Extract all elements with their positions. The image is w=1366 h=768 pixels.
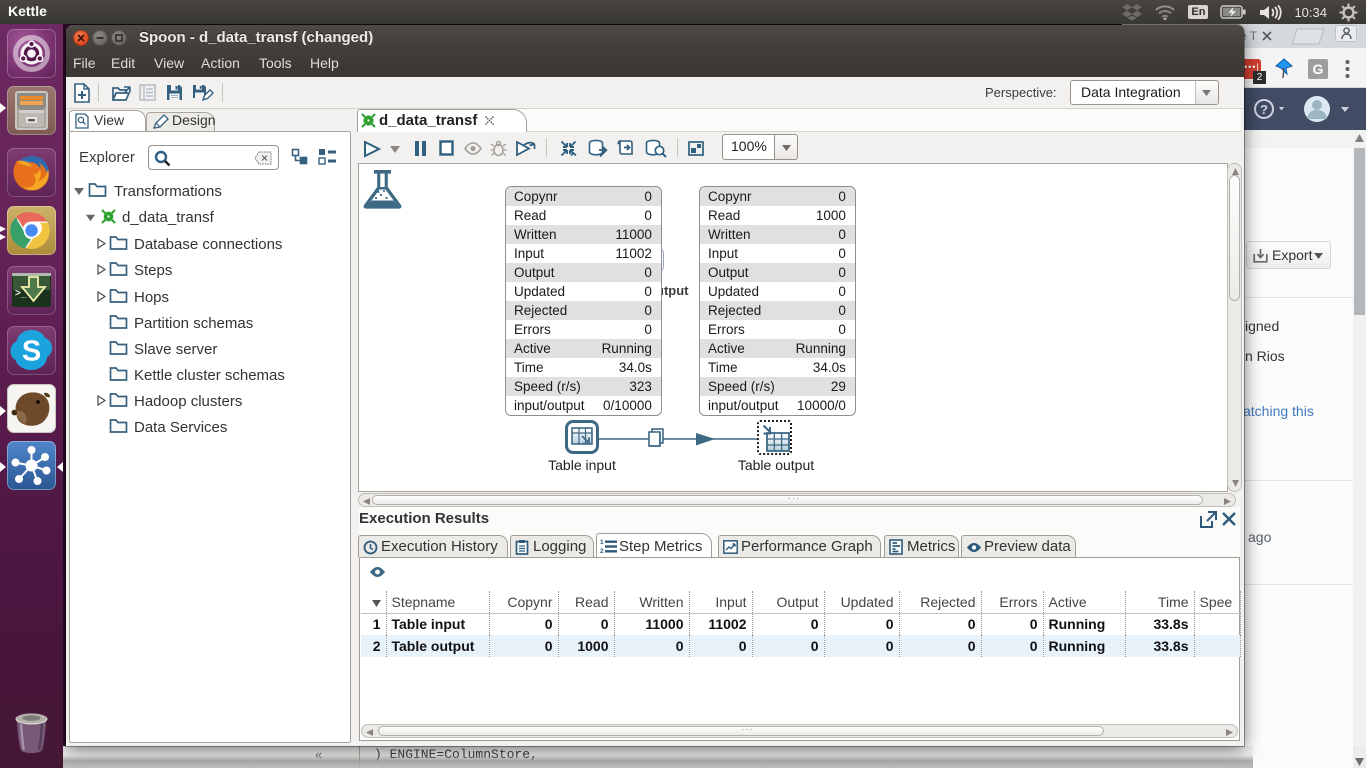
svg-text:?: ? [1260,102,1268,117]
svg-text:S: S [22,336,41,368]
svg-text:1: 1 [600,539,604,546]
svg-text:2: 2 [600,548,604,554]
